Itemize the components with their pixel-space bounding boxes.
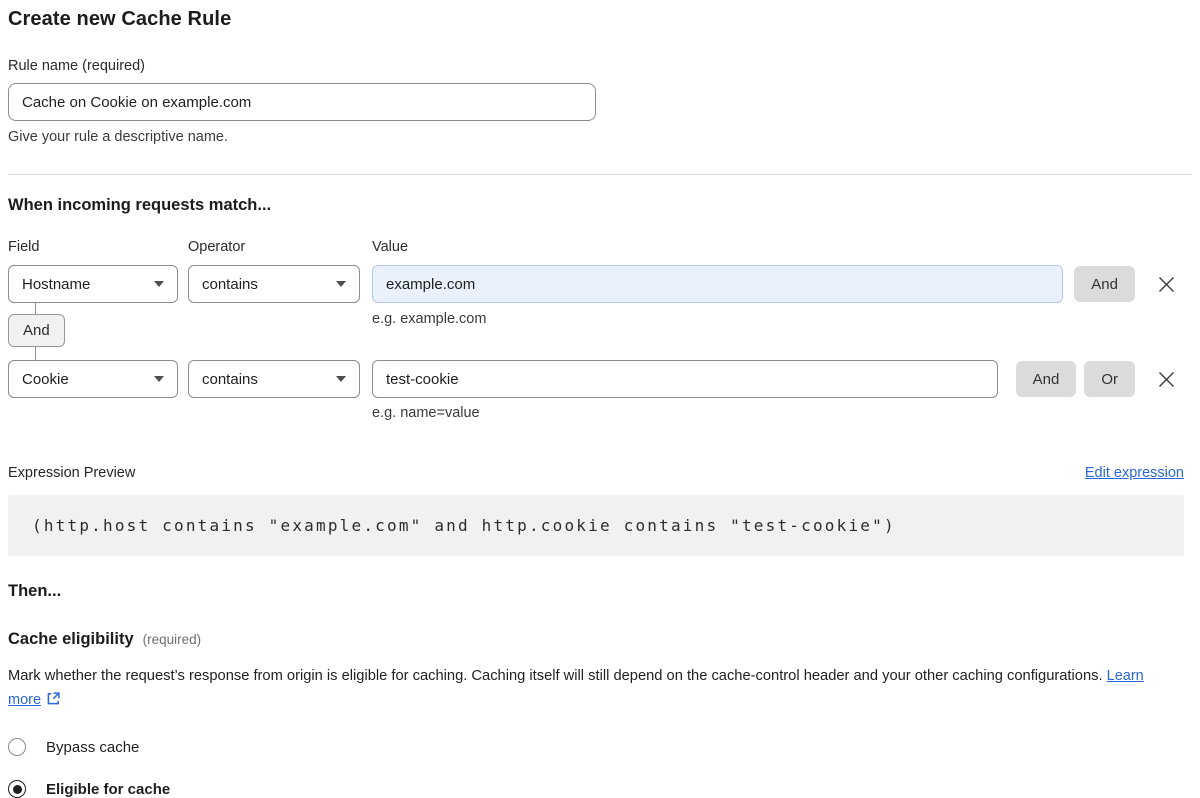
- match-heading: When incoming requests match...: [8, 196, 1192, 215]
- cache-eligibility-description: Mark whether the request’s response from…: [8, 664, 1158, 712]
- value-hint-1: e.g. example.com: [372, 311, 486, 327]
- and-button-2[interactable]: And: [1016, 361, 1077, 397]
- rule-name-help: Give your rule a descriptive name.: [8, 129, 1192, 145]
- or-button-2[interactable]: Or: [1084, 361, 1135, 397]
- value-input-1[interactable]: [372, 265, 1063, 303]
- field-column-label: Field: [8, 239, 178, 255]
- cache-eligibility-title: Cache eligibility: [8, 630, 134, 649]
- expression-preview-header: Expression Preview Edit expression: [8, 465, 1184, 481]
- builder-column-labels: Field Operator Value: [8, 239, 1176, 255]
- radio-label-bypass: Bypass cache: [46, 739, 139, 756]
- value-column-label: Value: [372, 239, 408, 255]
- operator-select-1[interactable]: contains: [188, 265, 360, 303]
- chevron-down-icon: [336, 281, 346, 287]
- field-select-1-value: Hostname: [22, 276, 90, 293]
- rule-name-input[interactable]: [8, 83, 596, 121]
- create-cache-rule-form: Create new Cache Rule Rule name (require…: [0, 0, 1192, 798]
- close-icon: [1158, 371, 1175, 388]
- condition-row-1: Hostname contains And: [8, 265, 1176, 303]
- condition-connector-band: And e.g. example.com: [8, 303, 1176, 360]
- chevron-down-icon: [336, 376, 346, 382]
- chevron-down-icon: [154, 281, 164, 287]
- value-hint-2: e.g. name=value: [372, 405, 1176, 421]
- value-input-2[interactable]: [372, 360, 998, 398]
- description-text: Mark whether the request’s response from…: [8, 668, 1103, 684]
- radio-option-bypass-cache[interactable]: Bypass cache: [8, 738, 1192, 756]
- connector-buttons-1: And: [1074, 266, 1135, 302]
- required-note: (required): [143, 632, 202, 647]
- field-select-2[interactable]: Cookie: [8, 360, 178, 398]
- condition-row-2: Cookie contains And Or: [8, 360, 1176, 398]
- rule-name-label: Rule name (required): [8, 58, 1192, 74]
- radio-unselected-icon[interactable]: [8, 738, 26, 756]
- cache-eligibility-heading: Cache eligibility (required): [8, 630, 1192, 649]
- external-link-icon: [46, 691, 61, 706]
- close-icon: [1158, 276, 1175, 293]
- operator-select-2[interactable]: contains: [188, 360, 360, 398]
- operator-select-1-value: contains: [202, 276, 258, 293]
- then-heading: Then...: [8, 582, 1192, 601]
- expression-builder: Field Operator Value Hostname contains A…: [8, 239, 1176, 421]
- radio-selected-icon[interactable]: [8, 780, 26, 798]
- radio-option-eligible-for-cache[interactable]: Eligible for cache: [8, 780, 1192, 798]
- remove-condition-button-2[interactable]: [1156, 369, 1176, 389]
- page-title: Create new Cache Rule: [8, 8, 1192, 31]
- chevron-down-icon: [154, 376, 164, 382]
- field-select-2-value: Cookie: [22, 371, 69, 388]
- expression-preview-code: (http.host contains "example.com" and ht…: [8, 495, 1184, 556]
- operator-column-label: Operator: [188, 239, 360, 255]
- and-button-1[interactable]: And: [1074, 266, 1135, 302]
- field-select-1[interactable]: Hostname: [8, 265, 178, 303]
- connector-buttons-2: And Or: [1016, 361, 1135, 397]
- edit-expression-link[interactable]: Edit expression: [1085, 465, 1184, 481]
- remove-condition-button-1[interactable]: [1156, 274, 1176, 294]
- radio-label-eligible: Eligible for cache: [46, 781, 170, 798]
- operator-select-2-value: contains: [202, 371, 258, 388]
- and-connector-button[interactable]: And: [8, 314, 65, 347]
- section-divider: [8, 174, 1192, 175]
- expression-preview-label: Expression Preview: [8, 465, 135, 481]
